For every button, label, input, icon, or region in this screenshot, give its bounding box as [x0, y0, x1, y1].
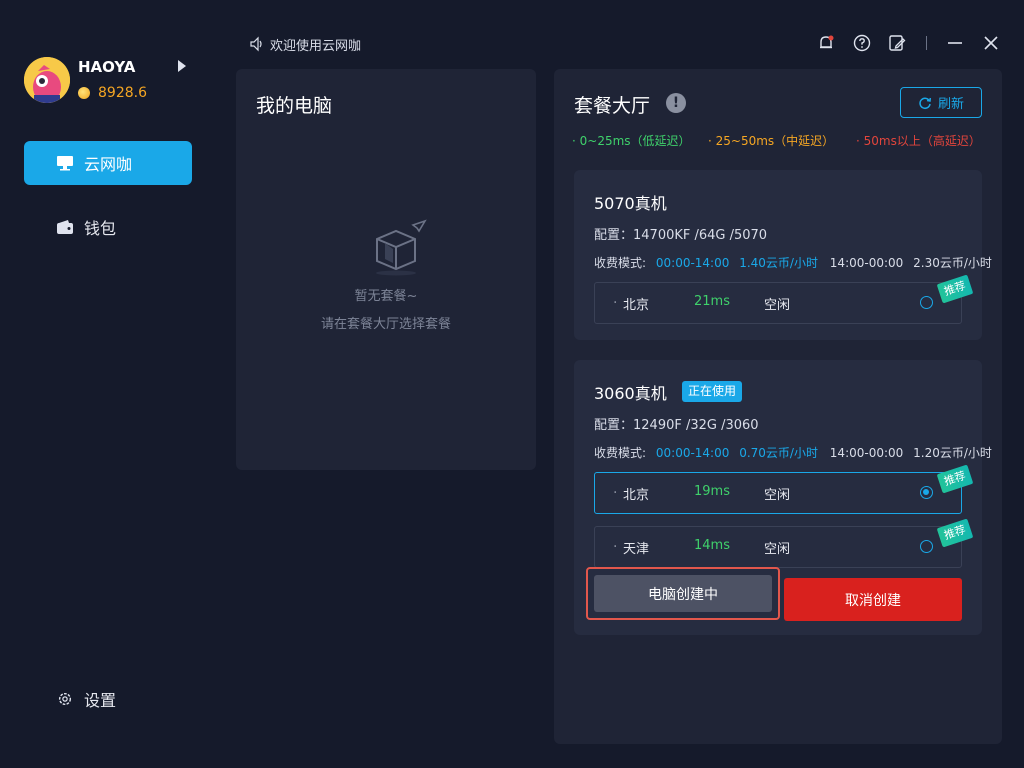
server-radio[interactable]: [920, 486, 933, 499]
fee-time-2: 14:00-00:00: [829, 446, 904, 460]
server-option-beijing[interactable]: · 北京 19ms 空闲 推荐: [594, 464, 974, 514]
server-name: 北京: [623, 488, 650, 503]
package-fee: 收费模式: 00:00-14:00 1.40云币/小时 14:00-00:00 …: [594, 254, 992, 271]
sidebar-item-wallet[interactable]: 钱包: [24, 205, 192, 249]
user-menu-arrow-icon[interactable]: [178, 60, 186, 72]
package-fee: 收费模式: 00:00-14:00 0.70云币/小时 14:00-00:00 …: [594, 444, 992, 461]
server-radio[interactable]: [920, 296, 933, 309]
fee-label: 收费模式:: [594, 446, 647, 460]
fee-price-1: 0.70云币/小时: [739, 446, 818, 460]
server-option-beijing[interactable]: · 北京 21ms 空闲 推荐: [594, 274, 974, 324]
recommend-badge: 推荐: [936, 518, 974, 548]
wallet-icon: [57, 220, 73, 234]
coin-icon: [78, 87, 90, 99]
help-icon[interactable]: [853, 34, 871, 52]
speaker-icon: [250, 36, 262, 52]
monitor-icon: [57, 156, 73, 171]
fee-time-1: 00:00-14:00: [655, 256, 730, 270]
server-name: 北京: [623, 298, 650, 313]
refresh-button[interactable]: 刷新: [900, 87, 982, 118]
package-card: 5070真机 配置：14700KF /64G /5070 收费模式: 00:00…: [574, 170, 992, 340]
fee-time-2: 14:00-00:00: [829, 256, 904, 270]
recommend-badge: 推荐: [936, 274, 974, 304]
my-pc-panel: 我的电脑 暂无套餐~ 请在套餐大厅选择套餐: [236, 69, 536, 470]
empty-state-title: 暂无套餐~: [354, 289, 418, 304]
sidebar-item-label: 云网咖: [84, 155, 133, 174]
package-spec: 配置：14700KF /64G /5070: [594, 228, 768, 243]
bullet-icon: ·: [613, 295, 618, 311]
avatar-illustration: [24, 57, 70, 103]
minimize-icon[interactable]: [946, 34, 964, 52]
panel-title: 套餐大厅: [574, 95, 651, 117]
coin-balance: 8928.6: [98, 85, 147, 101]
bullet-icon: ·: [613, 539, 618, 555]
creating-pc-button[interactable]: 电脑创建中: [594, 575, 772, 612]
legend-high-latency: · 50ms以上（高延迟）: [856, 134, 981, 148]
gear-icon: [58, 692, 72, 706]
sidebar-item-settings[interactable]: 设置: [24, 677, 192, 721]
server-ping: 19ms: [694, 484, 730, 499]
info-icon[interactable]: !: [666, 93, 686, 113]
server-ping: 21ms: [694, 294, 730, 309]
toolbar-divider: [926, 36, 927, 50]
refresh-label: 刷新: [937, 97, 964, 112]
server-status: 空闲: [764, 298, 791, 313]
sidebar-item-label: 设置: [84, 691, 117, 710]
notification-bell-icon[interactable]: [817, 34, 835, 52]
package-name: 3060真机: [594, 384, 667, 403]
legend-low-latency: · 0~25ms（低延迟）: [572, 134, 691, 148]
server-status: 空闲: [764, 542, 791, 557]
close-icon[interactable]: [982, 34, 1000, 52]
refresh-icon: [919, 97, 932, 109]
sidebar-item-label: 钱包: [84, 219, 117, 238]
package-spec: 配置：12490F /32G /3060: [594, 418, 759, 433]
fee-price-2: 1.20云币/小时: [913, 446, 992, 460]
announcement-text[interactable]: 欢迎使用云网咖: [270, 35, 361, 54]
server-radio[interactable]: [920, 540, 933, 553]
in-use-badge: 正在使用: [682, 381, 743, 402]
feedback-edit-icon[interactable]: [888, 34, 906, 52]
creating-button-highlight: 电脑创建中: [586, 567, 780, 620]
panel-title: 我的电脑: [256, 95, 333, 117]
fee-price-1: 1.40云币/小时: [739, 256, 818, 270]
cancel-create-button[interactable]: 取消创建: [784, 578, 962, 621]
legend-mid-latency: · 25~50ms（中延迟）: [708, 134, 835, 148]
fee-time-1: 00:00-14:00: [655, 446, 730, 460]
package-hall-panel: 套餐大厅 ! 刷新 · 0~25ms（低延迟） · 25~50ms（中延迟） ·…: [554, 69, 1002, 744]
server-name: 天津: [623, 542, 650, 557]
package-name: 5070真机: [594, 194, 667, 213]
server-status: 空闲: [764, 488, 791, 503]
sidebar-item-cafe[interactable]: 云网咖: [24, 141, 192, 185]
fee-price-2: 2.30云币/小时: [913, 256, 992, 270]
empty-state-subtitle: 请在套餐大厅选择套餐: [320, 317, 451, 332]
bullet-icon: ·: [613, 485, 618, 501]
avatar[interactable]: [24, 57, 70, 103]
server-option-tianjin[interactable]: · 天津 14ms 空闲 推荐: [594, 518, 974, 568]
empty-box-icon: [376, 219, 427, 276]
server-ping: 14ms: [694, 538, 730, 553]
recommend-badge: 推荐: [936, 464, 974, 494]
package-card: 3060真机 正在使用 配置：12490F /32G /3060 收费模式: 0…: [574, 360, 992, 635]
fee-label: 收费模式:: [594, 256, 647, 270]
username[interactable]: HAOYA: [78, 58, 135, 76]
